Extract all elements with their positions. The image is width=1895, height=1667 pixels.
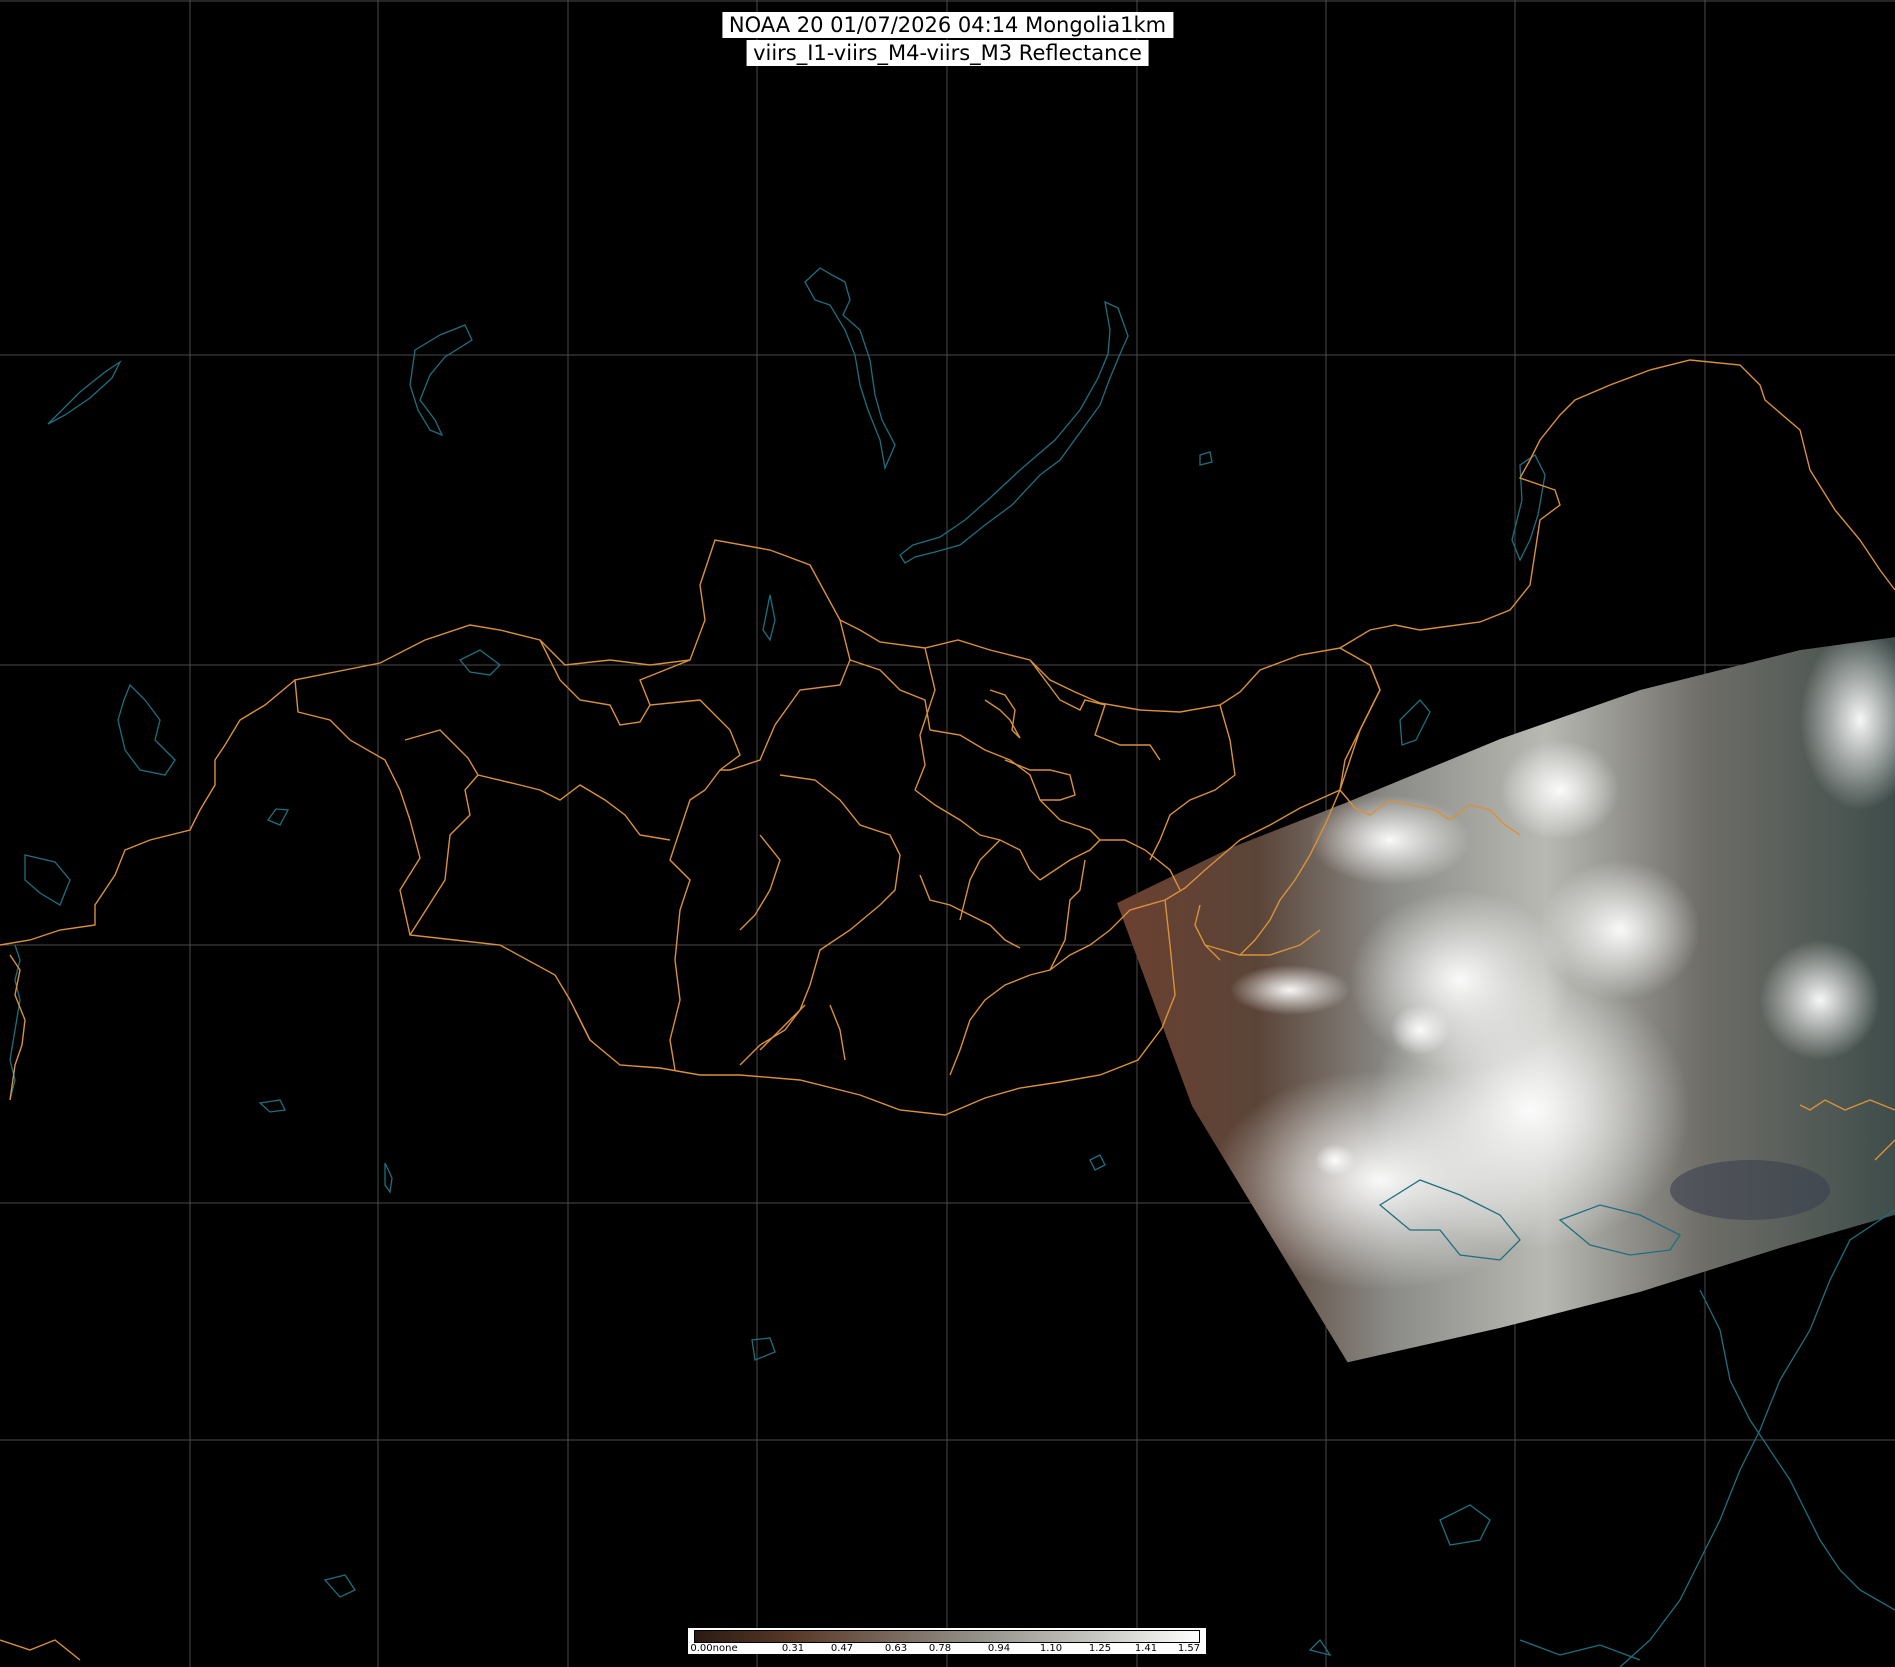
colorbar-tick-label: 1.10 [1039,1643,1063,1654]
colorbar-tick-label: 1.41 [1134,1643,1158,1654]
map-title-line2: viirs_I1-viirs_M4-viirs_M3 Reflectance [746,40,1149,66]
colorbar-tick-label: 0.94 [987,1643,1011,1654]
colorbar-gradient [694,1630,1200,1643]
colorbar-tick-label: 1.57 [1177,1643,1201,1654]
colorbar-tick-label: 0.63 [884,1643,908,1654]
colorbar-tick-label: 1.25 [1088,1643,1112,1654]
satellite-image-map [0,0,1895,1667]
satellite-swath [1117,637,1895,1363]
colorbar-tick-label: 0.31 [781,1643,805,1654]
map-title-line1: NOAA 20 01/07/2026 04:14 Mongolia1km [721,12,1174,38]
colorbar-tick-label: 0.47 [830,1643,854,1654]
colorbar-label-min: 0.00none [690,1643,738,1654]
colorbar-tick-label: 0.78 [928,1643,952,1654]
reflectance-colorbar: 0.00none 0.31 0.47 0.63 0.78 0.94 1.10 1… [688,1628,1206,1654]
